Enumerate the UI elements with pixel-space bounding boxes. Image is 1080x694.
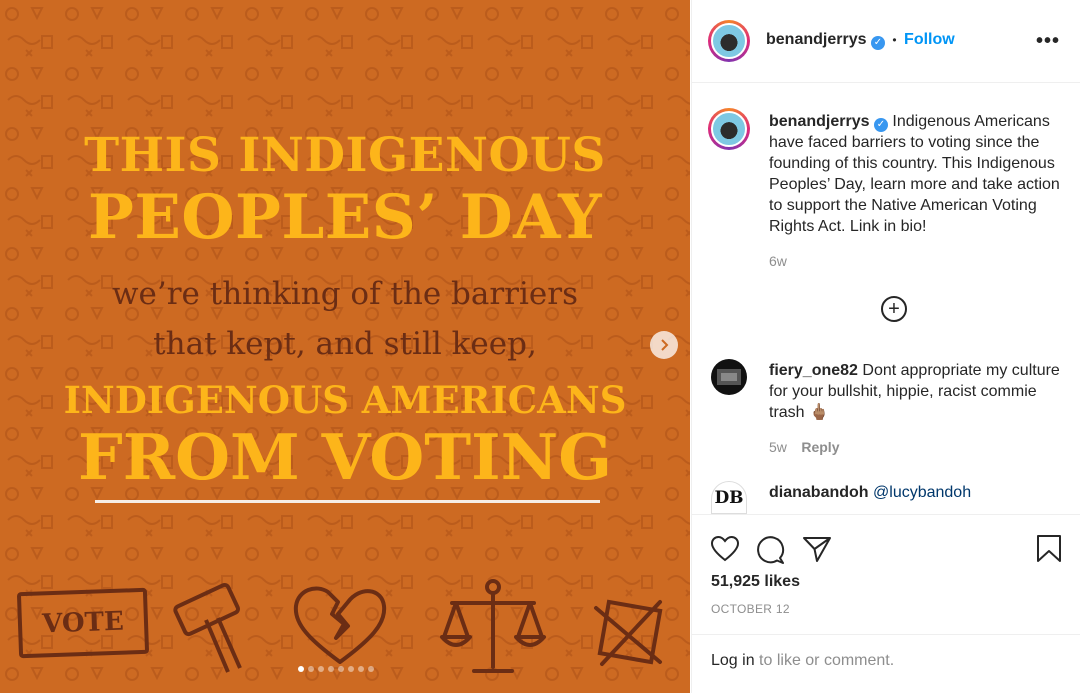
comment-item: fiery_one82 Dont appropriate my culture … xyxy=(769,360,1069,458)
caption-text: Indigenous Americans have faced barriers… xyxy=(769,113,1060,235)
caption-author-avatar[interactable] xyxy=(708,108,750,150)
crossed-ballot-icon xyxy=(594,599,663,666)
author-username[interactable]: benandjerrys xyxy=(766,31,866,48)
like-count[interactable]: 51,925 likes xyxy=(711,573,800,591)
post-header: benandjerrys ✓ • Follow ••• xyxy=(692,0,1080,83)
carousel-dot xyxy=(358,666,364,672)
save-bookmark-icon[interactable] xyxy=(1036,534,1062,564)
caption-age[interactable]: 6w xyxy=(769,251,1069,272)
broken-heart-icon xyxy=(293,586,387,664)
carousel-dot xyxy=(308,666,314,672)
verified-badge-icon: ✓ xyxy=(873,118,888,132)
carousel-next-button[interactable] xyxy=(650,331,678,359)
comment-username[interactable]: fiery_one82 xyxy=(769,362,858,379)
comment-age[interactable]: 5w xyxy=(769,439,787,455)
comment-meta: 5w Reply xyxy=(769,437,1069,458)
vote-sign: VOTE xyxy=(16,587,150,659)
gavel-icon xyxy=(173,582,242,673)
login-prompt-bar: Log in to like or comment. xyxy=(692,634,1080,694)
share-paper-plane-icon[interactable] xyxy=(802,535,832,563)
commenter-avatar[interactable] xyxy=(711,359,747,395)
login-prompt-text: to like or comment. xyxy=(754,652,895,669)
comment-emoji: 🖕🏽 xyxy=(809,404,829,421)
plus-icon: + xyxy=(888,298,900,320)
carousel-dot xyxy=(318,666,324,672)
comment-bubble-icon[interactable] xyxy=(756,535,786,565)
headline-line-3: we’re thinking of the barriers xyxy=(112,276,578,312)
carousel-dot xyxy=(368,666,374,672)
carousel-dot xyxy=(298,666,304,672)
login-prompt: Log in to like or comment. xyxy=(711,652,894,670)
post-date[interactable]: OCTOBER 12 xyxy=(711,602,790,616)
header-author: benandjerrys ✓ • Follow xyxy=(766,31,955,50)
carousel-dot xyxy=(348,666,354,672)
separator-dot: • xyxy=(892,33,897,47)
carousel-indicator xyxy=(298,666,374,672)
headline-line-4: that kept, and still keep, xyxy=(153,326,537,362)
load-more-comments-button[interactable]: + xyxy=(881,296,907,322)
post-caption: benandjerrys ✓ Indigenous Americans have… xyxy=(769,111,1069,272)
post-actions: 51,925 likes OCTOBER 12 Log in to like o… xyxy=(692,514,1080,693)
scales-icon xyxy=(440,579,546,673)
headline-line-2: PEOPLES’ DAY xyxy=(87,182,602,253)
carousel-dot xyxy=(328,666,334,672)
comment-mention[interactable]: @lucybandoh xyxy=(873,484,971,501)
like-heart-icon[interactable] xyxy=(710,535,740,563)
carousel-dot xyxy=(338,666,344,672)
headline-line-5: INDIGENOUS AMERICANS xyxy=(63,378,627,422)
headline-underline xyxy=(95,500,600,503)
more-options-icon[interactable]: ••• xyxy=(1036,30,1060,53)
caption-username[interactable]: benandjerrys xyxy=(769,113,869,130)
post-sidebar: benandjerrys ✓ • Follow ••• benandjerrys… xyxy=(691,0,1080,693)
verified-badge-icon: ✓ xyxy=(870,36,885,50)
vote-sign-text: VOTE xyxy=(41,606,125,640)
author-avatar[interactable] xyxy=(708,20,750,62)
follow-button[interactable]: Follow xyxy=(904,31,955,48)
headline-line-1: THIS INDIGENOUS xyxy=(84,128,606,183)
login-link[interactable]: Log in xyxy=(711,652,755,669)
comment-username[interactable]: dianabandoh xyxy=(769,484,869,501)
headline-line-6: FROM VOTING xyxy=(77,420,613,494)
post-image: THIS INDIGENOUS PEOPLES’ DAY we’re think… xyxy=(0,0,690,693)
chevron-right-icon xyxy=(661,339,669,351)
commenter-avatar[interactable]: DB xyxy=(711,481,747,514)
reply-button[interactable]: Reply xyxy=(801,439,839,455)
comment-item: dianabandoh @lucybandoh xyxy=(769,482,1069,503)
